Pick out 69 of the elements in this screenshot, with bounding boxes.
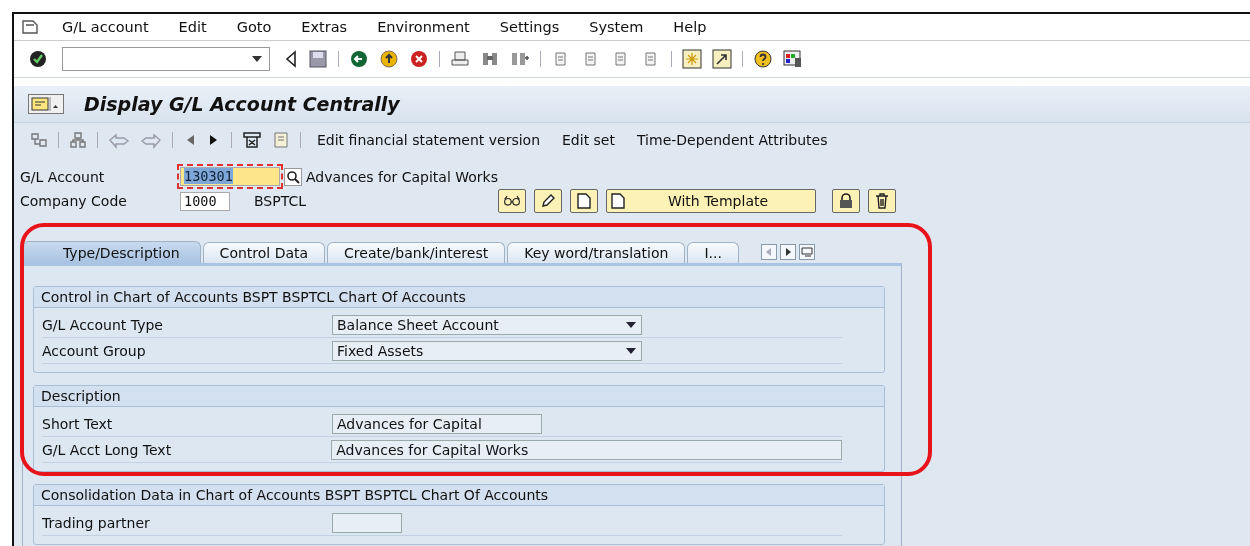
table-icon[interactable] [242, 131, 262, 149]
menu-item[interactable]: Settings [499, 19, 560, 35]
trash-icon [875, 193, 889, 209]
lock-button[interactable] [832, 189, 860, 213]
menu-item[interactable]: Edit [178, 19, 207, 35]
input-field[interactable]: Advances for Capital Works [331, 439, 842, 460]
pencil-icon [540, 193, 556, 209]
collapse-icon[interactable] [284, 50, 298, 68]
change-button[interactable] [534, 189, 562, 213]
help-icon[interactable] [753, 49, 773, 69]
toolbar-button[interactable]: Edit financial statement version [311, 132, 546, 148]
field-label: Short Text [42, 415, 114, 432]
field-label: G/L Account Type [42, 316, 164, 333]
tab[interactable]: Create/bank/interest [327, 242, 506, 263]
hierarchy-icon[interactable] [30, 131, 48, 149]
enter-icon[interactable] [28, 49, 48, 69]
cancel-icon[interactable] [409, 49, 429, 69]
menu-item[interactable]: G/L account [62, 19, 149, 35]
with-template-button[interactable]: With Template [606, 189, 816, 213]
display-button[interactable] [498, 189, 526, 213]
field-description: BSPTCL [254, 193, 307, 209]
lock-icon [838, 193, 854, 209]
window-title: Display G/L Account Centrally [84, 93, 400, 115]
field-label: Account Group [42, 342, 147, 359]
delete-button[interactable] [868, 189, 896, 213]
field-label: Company Code [20, 193, 128, 209]
menu-item[interactable]: Extras [301, 19, 348, 35]
caret-icon[interactable] [251, 55, 263, 63]
scroll-right-icon[interactable] [779, 244, 796, 260]
exit-icon[interactable] [379, 49, 399, 69]
field-label: G/L Acct Long Text [42, 441, 173, 458]
input-field[interactable]: 130301 [180, 167, 280, 186]
group-title: Consolidation Data in Chart of Accounts BSPT BSPTCL Chart Of Accounts [34, 485, 884, 506]
shortcut-icon[interactable] [712, 49, 732, 69]
caret-icon[interactable] [625, 320, 637, 329]
menu-item[interactable]: Environment [377, 19, 470, 35]
field-label: G/L Account [20, 168, 106, 185]
field-label: Trading partner [42, 514, 151, 531]
field-description: Advances for Capital Works [306, 168, 498, 185]
save-icon[interactable] [308, 49, 328, 69]
toolbar-button[interactable]: Edit set [556, 132, 621, 148]
glasses-icon [503, 194, 521, 208]
group-title: Description [34, 386, 884, 407]
search-icon[interactable] [284, 167, 302, 186]
dropdown-field[interactable]: Balance Sheet Account [332, 314, 642, 335]
input-field[interactable]: Advances for Capital [332, 413, 542, 434]
tab[interactable]: Key word/translation [507, 242, 686, 263]
print-icon[interactable] [450, 49, 470, 69]
command-field[interactable] [62, 47, 270, 71]
input-field[interactable]: 1000 [180, 191, 230, 211]
tab[interactable]: Control Data [202, 242, 326, 263]
toolbar-button[interactable]: Time-Dependent Attributes [631, 132, 834, 148]
dropdown-field[interactable]: Fixed Assets [332, 340, 642, 361]
menu-item[interactable]: Goto [236, 19, 272, 35]
screen-menu-button[interactable] [28, 94, 64, 114]
tab[interactable]: Type/Description [22, 241, 201, 263]
menu-item[interactable]: System [589, 19, 644, 35]
create-button[interactable] [570, 189, 598, 213]
new-session-icon[interactable] [682, 49, 702, 69]
group-title: Control in Chart of Accounts BSPT BSPTCL Chart Of Accounts [34, 287, 884, 308]
structure-icon[interactable] [69, 131, 87, 149]
page-icon [611, 193, 625, 209]
page-icon [577, 193, 591, 209]
menu-item[interactable]: Help [673, 19, 707, 35]
input-field[interactable] [332, 512, 402, 533]
layout-icon[interactable] [783, 49, 803, 69]
tab[interactable]: I... [687, 242, 739, 263]
back-icon[interactable] [349, 49, 369, 69]
caret-icon[interactable] [625, 346, 637, 355]
